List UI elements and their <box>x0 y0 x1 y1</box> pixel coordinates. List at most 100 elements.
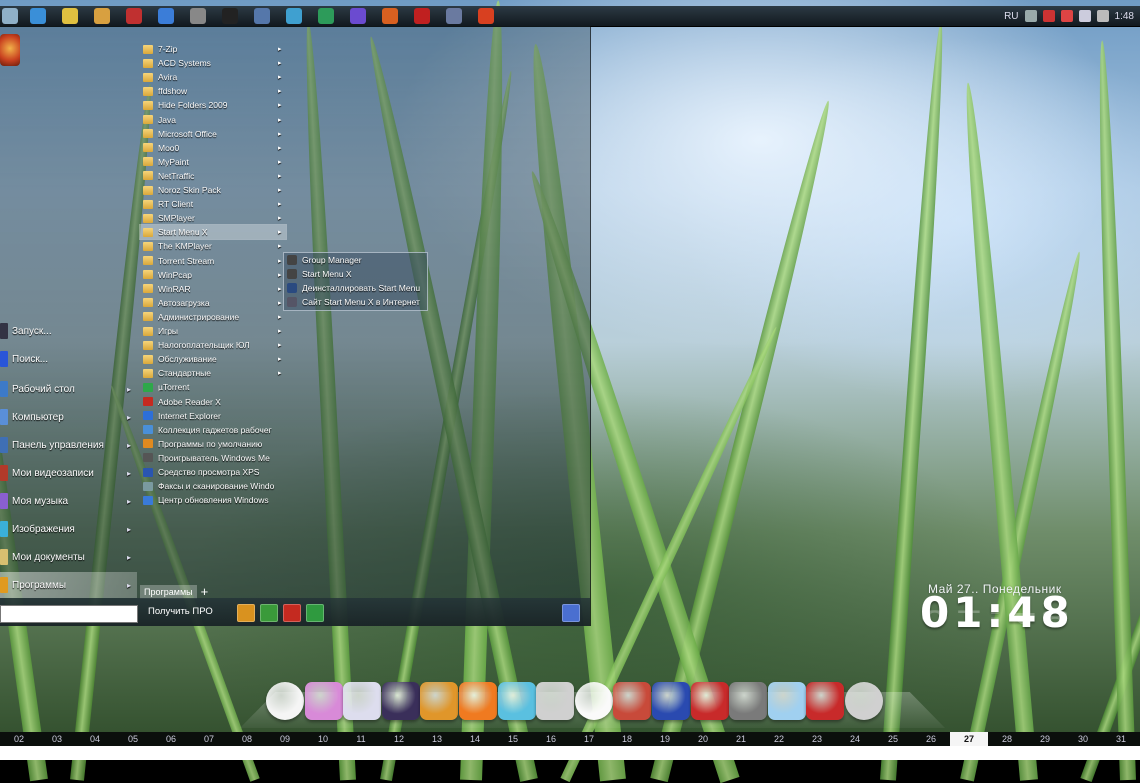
book-icon[interactable] <box>652 682 690 720</box>
program-folder-item[interactable]: WinPcap ▸ <box>140 268 286 282</box>
program-folder-item[interactable]: Microsoft Office ▸ <box>140 127 286 141</box>
program-item[interactable]: Internet Explorer <box>140 409 286 423</box>
soccer-ball-icon[interactable] <box>574 682 613 720</box>
calendar-day[interactable]: 04 <box>76 732 114 746</box>
calendar-day[interactable]: 29 <box>1026 732 1064 746</box>
globe-icon[interactable] <box>497 682 536 720</box>
program-folder-item[interactable]: Обслуживание ▸ <box>140 352 286 366</box>
calendar-day[interactable]: 07 <box>190 732 228 746</box>
submenu-item[interactable]: Start Menu X <box>284 267 427 281</box>
program-folder-item[interactable]: The KMPlayer ▸ <box>140 239 286 253</box>
antivirus-tray-icon[interactable] <box>1042 10 1055 22</box>
calendar-day[interactable]: 24 <box>836 732 874 746</box>
calendar-day[interactable]: 14 <box>456 732 494 746</box>
monitor-icon[interactable] <box>254 8 270 24</box>
left-menu-item[interactable]: Компьютер ▸ <box>0 404 137 430</box>
add-tab-button[interactable]: + <box>201 585 209 598</box>
program-folder-item[interactable]: Стандартные ▸ <box>140 366 286 380</box>
volume-tray-icon[interactable] <box>1096 10 1109 22</box>
water-drop-icon[interactable] <box>30 8 46 24</box>
program-folder-item[interactable]: ffdshow ▸ <box>140 84 286 98</box>
network-icon[interactable] <box>286 8 302 24</box>
left-menu-item[interactable]: Рабочий стол ▸ <box>0 376 137 402</box>
calendar-day[interactable]: 12 <box>380 732 418 746</box>
download-icon[interactable] <box>536 682 575 720</box>
paint-icon[interactable] <box>613 682 652 720</box>
program-folder-item[interactable]: WinRAR ▸ <box>140 282 286 296</box>
calendar-day[interactable]: 25 <box>874 732 912 746</box>
calendar-day[interactable]: 10 <box>304 732 342 746</box>
program-folder-item[interactable]: Torrent Stream ▸ <box>140 254 286 268</box>
program-folder-item[interactable]: Noroz Skin Pack ▸ <box>140 183 286 197</box>
calendar-day[interactable]: 02 <box>0 732 38 746</box>
calendar-day[interactable]: 06 <box>152 732 190 746</box>
calendar-day[interactable]: 21 <box>722 732 760 746</box>
picture-icon[interactable] <box>62 8 78 24</box>
calendar-day[interactable]: 05 <box>114 732 152 746</box>
program-item[interactable]: µTorrent <box>140 380 286 394</box>
flag-icon[interactable] <box>414 8 430 24</box>
program-folder-item[interactable]: Start Menu X ▸ <box>139 224 287 241</box>
program-folder-item[interactable]: ACD Systems ▸ <box>140 56 286 70</box>
program-item[interactable]: Adobe Reader X <box>140 395 286 409</box>
monitor-tray-icon[interactable] <box>1078 10 1091 22</box>
program-folder-item[interactable]: 7-Zip ▸ <box>140 42 286 56</box>
calendar-day[interactable]: 23 <box>798 732 836 746</box>
lock-icon[interactable] <box>237 604 255 622</box>
mail-icon[interactable] <box>350 8 366 24</box>
program-item[interactable]: Центр обновления Windows <box>140 493 286 507</box>
disk-icon[interactable] <box>446 8 462 24</box>
user-suit-icon[interactable] <box>381 682 420 720</box>
program-folder-item[interactable]: Налогоплательщик ЮЛ ▸ <box>140 338 286 352</box>
start-orb-icon[interactable] <box>2 8 18 24</box>
chart-icon[interactable] <box>806 682 845 720</box>
program-folder-item[interactable]: MyPaint ▸ <box>140 155 286 169</box>
left-menu-item[interactable]: Поиск... <box>0 346 137 372</box>
program-folder-item[interactable]: Автозагрузка ▸ <box>140 296 286 310</box>
program-item[interactable]: Коллекция гаджетов рабочег <box>140 423 286 437</box>
left-menu-item[interactable]: Запуск... <box>0 318 137 344</box>
calendar-day[interactable]: 18 <box>608 732 646 746</box>
phone-icon[interactable] <box>729 682 768 720</box>
video-icon[interactable] <box>222 8 238 24</box>
tray-clock[interactable]: 1:48 <box>1115 11 1134 22</box>
chat-icon[interactable] <box>318 8 334 24</box>
left-menu-item[interactable]: Программы ▸ <box>0 572 137 598</box>
program-folder-item[interactable]: Moo0 ▸ <box>140 141 286 155</box>
star-folder-icon[interactable] <box>94 8 110 24</box>
program-item[interactable]: Проигрыватель Windows Me <box>140 451 286 465</box>
calendar-day[interactable]: 17 <box>570 732 608 746</box>
gamepad-icon[interactable] <box>304 682 343 720</box>
search-input[interactable] <box>0 605 138 623</box>
program-folder-item[interactable]: Игры ▸ <box>140 324 286 338</box>
calendar-day[interactable]: 08 <box>228 732 266 746</box>
sleep-icon[interactable] <box>260 604 278 622</box>
program-item[interactable]: Программы по умолчанию <box>140 437 286 451</box>
left-menu-item[interactable]: Моя музыка ▸ <box>0 488 137 514</box>
program-folder-item[interactable]: RT Client ▸ <box>140 197 286 211</box>
screen-icon[interactable] <box>767 682 806 720</box>
program-folder-item[interactable]: SMPlayer ▸ <box>140 211 286 225</box>
calendar-day[interactable]: 28 <box>988 732 1026 746</box>
left-menu-item[interactable]: Панель управления ▸ <box>0 432 137 458</box>
calendar-day[interactable]: 19 <box>646 732 684 746</box>
rss-icon[interactable] <box>459 682 497 720</box>
program-item[interactable]: Факсы и сканирование Windo <box>140 479 286 493</box>
browser-icon[interactable] <box>158 8 174 24</box>
calendar-day[interactable]: 16 <box>532 732 570 746</box>
app-icon[interactable] <box>478 8 494 24</box>
program-folder-item[interactable]: Java ▸ <box>140 113 286 127</box>
shutdown-icon[interactable] <box>283 604 301 622</box>
program-item[interactable]: Средство просмотра XPS <box>140 465 286 479</box>
calendar-day[interactable]: 27 <box>950 732 988 746</box>
left-menu-item[interactable]: Мои документы ▸ <box>0 544 137 570</box>
tab-programs[interactable]: Программы <box>140 585 197 599</box>
calendar-day[interactable]: 31 <box>1102 732 1140 746</box>
calendar-day[interactable]: 13 <box>418 732 456 746</box>
program-folder-item[interactable]: Hide Folders 2009 ▸ <box>140 98 286 112</box>
printer-icon[interactable] <box>343 682 382 720</box>
restart-icon[interactable] <box>306 604 324 622</box>
calendar-day[interactable]: 30 <box>1064 732 1102 746</box>
submenu-item[interactable]: Деинсталлировать Start Menu <box>284 281 427 295</box>
tools-icon[interactable] <box>190 8 206 24</box>
